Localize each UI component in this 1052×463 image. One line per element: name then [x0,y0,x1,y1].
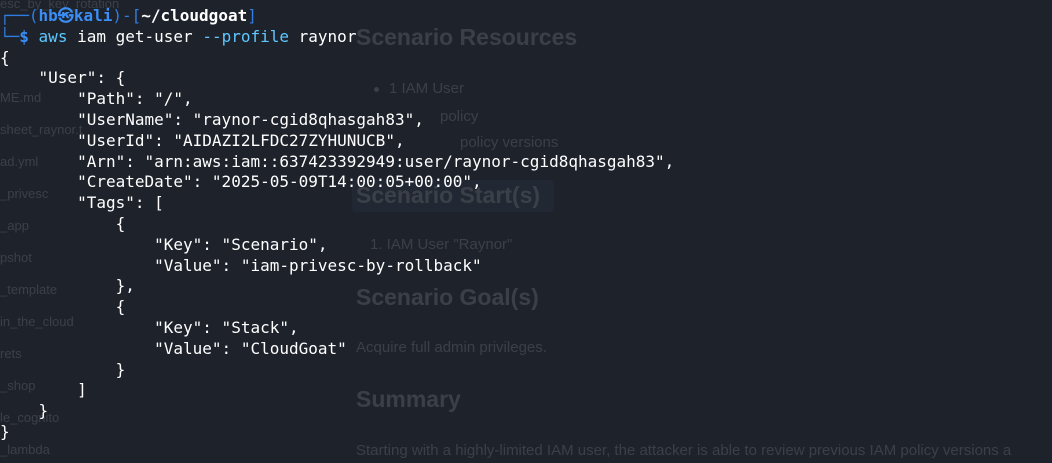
output-line: "Tags": [ [0,193,164,213]
output-line: "CreateDate": "2025-05-09T14:00:05+00:00… [0,172,482,192]
command-program: aws [38,26,68,46]
command-args: iam get-user [67,26,203,46]
prompt-at-icon: ㉿ [57,6,74,25]
output-line: { [0,297,126,317]
prompt-dollar: $ [19,26,29,46]
output-line: "UserId": "AIDAZI2LFDC27ZYHUNUCB", [0,130,405,150]
output-line: "Key": "Stack", [0,317,299,337]
output-line: }, [0,276,135,296]
prompt-user: hb [38,6,58,25]
prompt-frame: )-[ [112,6,142,25]
output-line: } [0,421,10,441]
output-line: "User": { [0,68,126,88]
prompt-host: kali [73,6,113,25]
output-line: "Value": "CloudGoat" [0,338,347,358]
prompt-cwd: ~/cloudgoat [141,6,248,25]
output-line: "UserName": "raynor-cgid8qhasgah83", [0,109,424,129]
output-line: "Key": "Scenario", [0,234,328,254]
output-line: ] [0,380,87,400]
command-flag: --profile [202,26,290,46]
command-flag-value: raynor [289,26,357,46]
terminal-output[interactable]: ┌──(hb㉿kali)-[~/cloudgoat] └─$ aws iam g… [0,6,674,443]
output-line: } [0,401,49,421]
summary-text: Starting with a highly-limited IAM user,… [356,442,1012,459]
prompt-frame: └─ [0,26,20,46]
sidebar-item: _lambda [0,442,50,457]
output-line: "Path": "/", [0,89,193,109]
output-line: "Value": "iam-privesc-by-rollback" [0,255,482,275]
prompt-frame: ┌──( [0,6,39,25]
output-line: { [0,47,10,67]
output-line: } [0,359,126,379]
prompt-frame: ] [247,6,257,25]
prompt-header: ┌──(hb㉿kali)-[~/cloudgoat] [0,6,674,27]
terminal-window[interactable]: esc_by_key_rotation ME.md sheet_raynor.t… [0,0,1052,463]
command-line[interactable]: └─$ aws iam get-user --profile raynor [0,27,674,48]
output-line: "Arn": "arn:aws:iam::637423392949:user/r… [0,151,675,171]
output-line: { [0,213,126,233]
